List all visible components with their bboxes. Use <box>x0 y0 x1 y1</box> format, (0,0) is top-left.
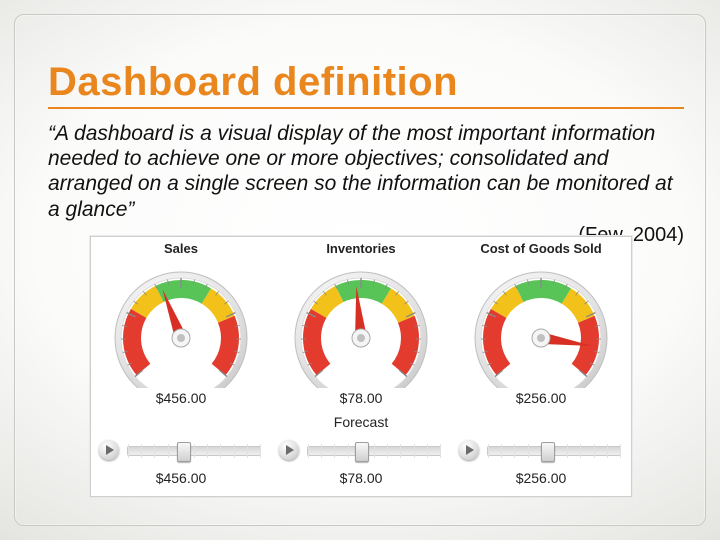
slider-thumb[interactable] <box>177 442 191 462</box>
forecast-value: $256.00 <box>451 468 631 490</box>
page-title: Dashboard definition <box>48 60 684 109</box>
slider-thumb[interactable] <box>355 442 369 462</box>
gauge-title: Sales <box>91 237 271 258</box>
gauge-row <box>91 258 631 388</box>
forecast-slider[interactable] <box>91 434 271 468</box>
forecast-slider[interactable] <box>451 434 631 468</box>
slider-track[interactable] <box>307 446 441 456</box>
gauge-value: $456.00 <box>91 388 271 410</box>
slider-thumb[interactable] <box>541 442 555 462</box>
slider-track[interactable] <box>487 446 621 456</box>
gauge-title: Inventories <box>271 237 451 258</box>
slider-row <box>91 434 631 468</box>
forecast-value: $78.00 <box>271 468 451 490</box>
gauge-value: $256.00 <box>451 388 631 410</box>
dashboard-panel: SalesInventoriesCost of Goods Sold $456.… <box>90 236 632 497</box>
gauge <box>451 258 631 388</box>
definition-quote: “A dashboard is a visual display of the … <box>48 121 684 222</box>
play-icon[interactable] <box>459 440 479 460</box>
play-icon[interactable] <box>279 440 299 460</box>
slider-track[interactable] <box>127 446 261 456</box>
gauge <box>271 258 451 388</box>
forecast-label: Forecast <box>91 410 631 434</box>
play-icon[interactable] <box>99 440 119 460</box>
gauge-value: $78.00 <box>271 388 451 410</box>
gauge <box>91 258 271 388</box>
forecast-slider[interactable] <box>271 434 451 468</box>
slider-value-row: $456.00$78.00$256.00 <box>91 468 631 490</box>
slide-content: Dashboard definition “A dashboard is a v… <box>48 60 684 247</box>
gauge-header-row: SalesInventoriesCost of Goods Sold <box>91 237 631 258</box>
forecast-value: $456.00 <box>91 468 271 490</box>
gauge-value-row: $456.00$78.00$256.00 <box>91 388 631 410</box>
gauge-title: Cost of Goods Sold <box>451 237 631 258</box>
